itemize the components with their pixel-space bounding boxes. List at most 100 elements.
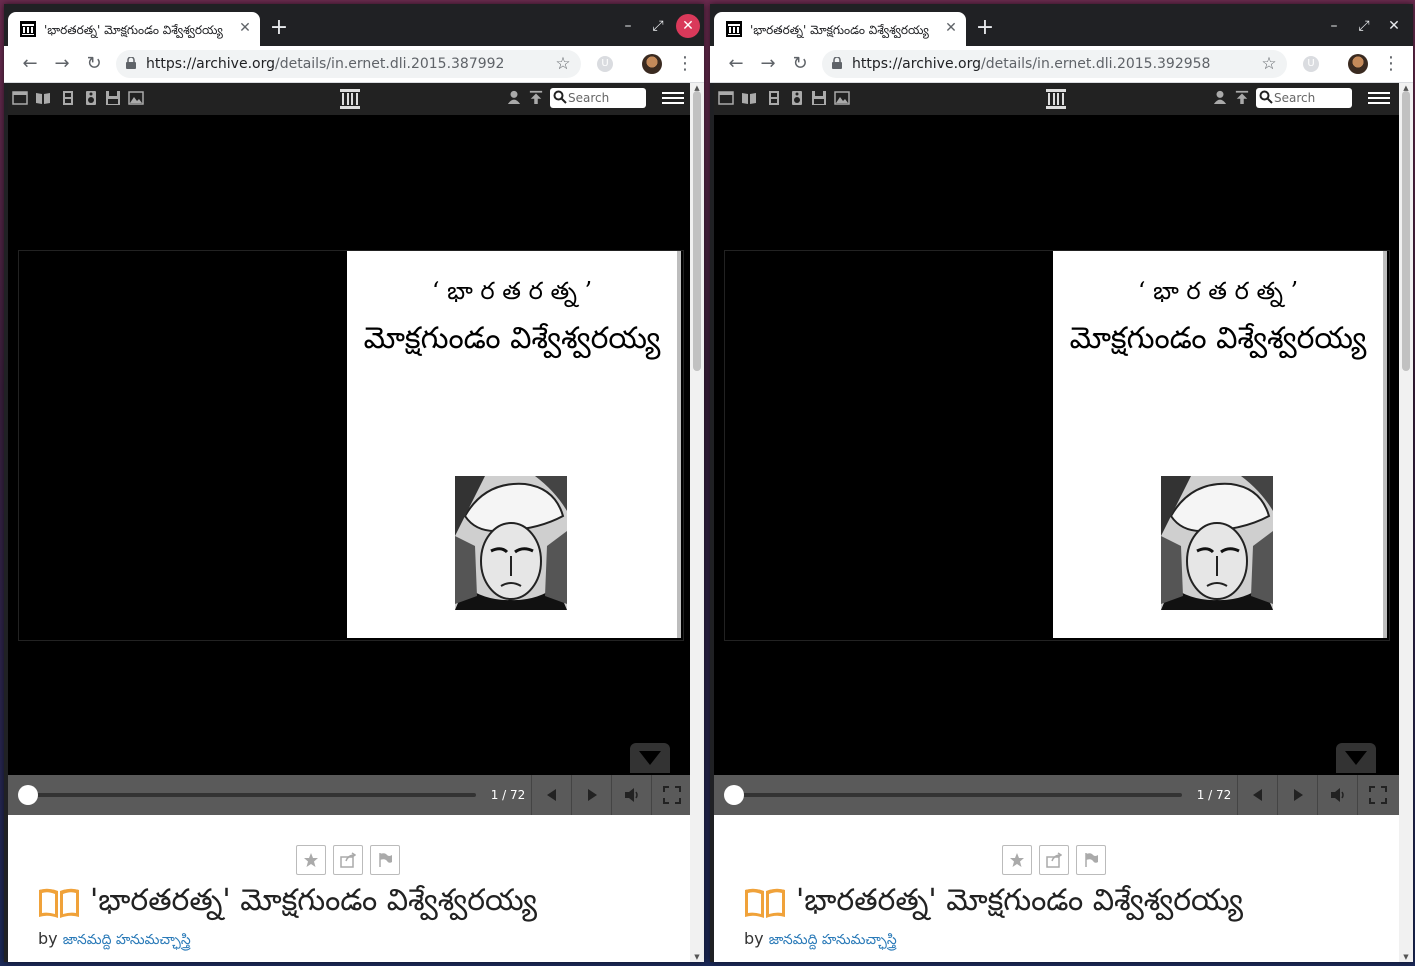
maximize-icon[interactable]: ⤢ [1352, 14, 1376, 38]
window-close-icon[interactable]: ✕ [1382, 14, 1406, 38]
next-page-button[interactable] [571, 775, 612, 815]
browser-window-right: 'భారతరత్న' మోక్షగుండం విశ్వేశ్వరయ్య ✕ + … [710, 4, 1413, 962]
next-page-button[interactable] [1277, 775, 1318, 815]
prev-page-button[interactable] [531, 775, 572, 815]
page-slider-handle[interactable] [18, 785, 38, 805]
new-tab-button[interactable]: + [974, 17, 996, 40]
tab-close-icon[interactable]: ✕ [942, 19, 960, 37]
fullscreen-button[interactable] [651, 775, 690, 815]
profile-avatar[interactable] [1348, 54, 1368, 74]
page-indicator: 1 / 72 [1196, 788, 1232, 802]
prev-page-button[interactable] [1237, 775, 1278, 815]
internet-archive-logo-icon[interactable] [1045, 88, 1067, 110]
audio-icon[interactable] [789, 91, 805, 105]
address-bar[interactable]: https://archive.org/details/in.ernet.dli… [116, 50, 581, 78]
favorite-button[interactable] [1002, 845, 1032, 875]
archive-favicon-icon [20, 21, 36, 37]
images-icon[interactable] [834, 91, 850, 105]
video-icon[interactable] [766, 91, 782, 105]
forward-arrow-icon[interactable]: → [50, 52, 74, 76]
flag-button[interactable] [370, 845, 400, 875]
ia-search-box[interactable]: Search [1256, 88, 1352, 108]
internet-archive-logo-icon[interactable] [339, 88, 361, 110]
flag-button[interactable] [1076, 845, 1106, 875]
browser-menu-icon[interactable]: ⋮ [676, 52, 694, 76]
book-spread[interactable]: ‘ భా ర త ర త్న ’ మోక్షగుండం విశ్వేశ్వరయ్… [18, 250, 684, 641]
share-icon [1046, 852, 1062, 868]
book-page-heading: ‘ భా ర త ర త్న ’ [1137, 277, 1299, 305]
video-icon[interactable] [60, 91, 76, 105]
browser-tab[interactable]: 'భారతరత్న' మోక్షగుండం విశ్వేశ్వరయ్య ✕ [714, 12, 966, 46]
page-indicator: 1 / 72 [490, 788, 526, 802]
author-link[interactable]: జానమద్ది హనుమచ్ఛాస్త్రి [769, 932, 897, 948]
toggle-controls-tab[interactable] [1336, 743, 1376, 773]
back-arrow-icon[interactable]: ← [724, 52, 748, 76]
ia-search-box[interactable]: Search [550, 88, 646, 108]
hamburger-menu-icon[interactable] [1368, 89, 1390, 107]
scrollbar-thumb[interactable] [1402, 91, 1410, 371]
address-bar[interactable]: https://archive.org/details/in.ernet.dli… [822, 50, 1287, 78]
bookmark-star-icon[interactable]: ☆ [1259, 54, 1279, 74]
scroll-down-arrow-icon[interactable]: ▼ [690, 952, 704, 962]
url-text: https://archive.org/details/in.ernet.dli… [852, 50, 1210, 78]
page-slider-handle[interactable] [724, 785, 744, 805]
book-spread[interactable]: ‘ భా ర త ర త్న ’ మోక్షగుండం విశ్వేశ్వరయ్… [724, 250, 1390, 641]
upload-icon[interactable] [1234, 90, 1250, 104]
item-title: 'భారతరత్న' మోక్షగుండం విశ్వేశ్వరయ్య [90, 883, 538, 918]
user-icon[interactable] [1212, 90, 1228, 104]
item-title: 'భారతరత్న' మోక్షగుండం విశ్వేశ్వరయ్య [796, 883, 1244, 918]
new-tab-button[interactable]: + [268, 17, 290, 40]
byline: by జానమద్ది హనుమచ్ఛాస్త్రి [38, 929, 191, 951]
texts-icon[interactable] [35, 91, 51, 105]
read-aloud-button[interactable] [611, 775, 652, 815]
maximize-icon[interactable]: ⤢ [646, 14, 670, 38]
page-scrollbar[interactable]: ▲ ▼ [690, 83, 704, 962]
triangle-left-icon [1253, 789, 1262, 801]
author-link[interactable]: జానమద్ది హనుమచ్ఛాస్త్రి [63, 932, 191, 948]
page-slider[interactable] [18, 785, 476, 805]
web-icon[interactable] [12, 91, 28, 105]
minimize-icon[interactable]: – [616, 14, 640, 38]
software-icon[interactable] [811, 91, 827, 105]
speaker-icon [625, 788, 638, 802]
web-icon[interactable] [718, 91, 734, 105]
images-icon[interactable] [128, 91, 144, 105]
favorite-button[interactable] [296, 845, 326, 875]
browser-toolbar: ← → ↻ https://archive.org/details/in.ern… [4, 46, 704, 83]
book-page[interactable]: ‘ భా ర త ర త్న ’ మోక్షగుండం విశ్వేశ్వరయ్… [347, 251, 681, 638]
upload-icon[interactable] [528, 90, 544, 104]
share-button[interactable] [333, 845, 363, 875]
page-scrollbar[interactable]: ▲ ▼ [1399, 83, 1413, 962]
back-arrow-icon[interactable]: ← [18, 52, 42, 76]
hamburger-menu-icon[interactable] [662, 89, 684, 107]
page-slider[interactable] [724, 785, 1182, 805]
share-button[interactable] [1039, 845, 1069, 875]
reload-icon[interactable]: ↻ [788, 52, 812, 76]
browser-tab[interactable]: 'భారతరత్న' మోక్షగుండం విశ్వేశ్వరయ్య ✕ [8, 12, 260, 46]
scroll-down-arrow-icon[interactable]: ▼ [1399, 952, 1413, 962]
fullscreen-button[interactable] [1357, 775, 1398, 815]
browser-menu-icon[interactable]: ⋮ [1382, 52, 1400, 76]
extension-icon[interactable]: U [597, 56, 613, 72]
read-aloud-button[interactable] [1317, 775, 1358, 815]
bookmark-star-icon[interactable]: ☆ [553, 54, 573, 74]
tab-close-icon[interactable]: ✕ [236, 19, 254, 37]
triangle-right-icon [588, 789, 597, 801]
profile-avatar[interactable] [642, 54, 662, 74]
extension-icon[interactable]: U [1303, 56, 1319, 72]
forward-arrow-icon[interactable]: → [756, 52, 780, 76]
user-icon[interactable] [506, 90, 522, 104]
software-icon[interactable] [105, 91, 121, 105]
minimize-icon[interactable]: – [1322, 14, 1346, 38]
url-path: /details/in.ernet.dli.2015.392958 [980, 56, 1211, 72]
audio-icon[interactable] [83, 91, 99, 105]
by-label: by [744, 929, 764, 948]
window-close-icon[interactable]: ✕ [676, 14, 700, 38]
page-content: Search ‘ భా ర త ర త్న ’ మోక్షగుండం విశ్వ… [8, 83, 690, 962]
scrollbar-thumb[interactable] [693, 91, 701, 371]
book-page[interactable]: ‘ భా ర త ర త్న ’ మోక్షగుండం విశ్వేశ్వరయ్… [1053, 251, 1387, 638]
toggle-controls-tab[interactable] [630, 743, 670, 773]
lock-icon [832, 57, 842, 69]
texts-icon[interactable] [741, 91, 757, 105]
reload-icon[interactable]: ↻ [82, 52, 106, 76]
